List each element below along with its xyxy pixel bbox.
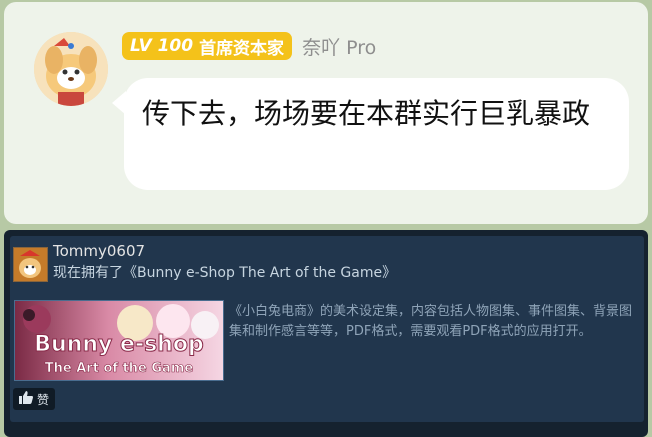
badge-title: 首席资本家 <box>199 38 285 59</box>
like-label: 赞 <box>37 392 50 407</box>
message-text: 传下去，场场要在本群实行巨乳暴政 <box>142 97 591 130</box>
steam-username[interactable]: Tommy0607 <box>53 242 145 260</box>
steam-card-inner: Tommy0607 现在拥有了《Bunny e-Shop The Art of … <box>10 236 644 422</box>
game-banner[interactable]: Bunny e-shop The Art of the Game <box>14 300 224 381</box>
sender-name[interactable]: 奈吖 Pro <box>302 33 376 60</box>
game-description: 《小白兔电商》的美术设定集，内容包括人物图集、事件图集、背景图集和制作感言等等，… <box>229 304 633 339</box>
chat-panel: LV 100 首席资本家 奈吖 Pro 传下去，场场要在本群实行巨乳暴政 <box>4 2 648 224</box>
like-button[interactable]: 赞 <box>13 388 56 410</box>
avatar[interactable] <box>34 32 108 106</box>
steam-activity-card: Tommy0607 现在拥有了《Bunny e-Shop The Art of … <box>4 230 648 437</box>
thumbs-up-icon <box>19 391 33 407</box>
banner-subtitle: The Art of the Game <box>45 361 194 376</box>
message-bubble[interactable]: 传下去，场场要在本群实行巨乳暴政 <box>124 78 629 190</box>
steam-action-text: 现在拥有了《Bunny e-Shop The Art of the Game》 <box>53 265 397 281</box>
level-badge: LV 100 首席资本家 <box>122 32 293 60</box>
sender-line: LV 100 首席资本家 奈吖 Pro <box>122 32 376 60</box>
badge-level: LV 100 <box>130 36 194 56</box>
banner-title: Bunny e-shop <box>34 332 203 357</box>
steam-avatar[interactable] <box>13 247 48 282</box>
